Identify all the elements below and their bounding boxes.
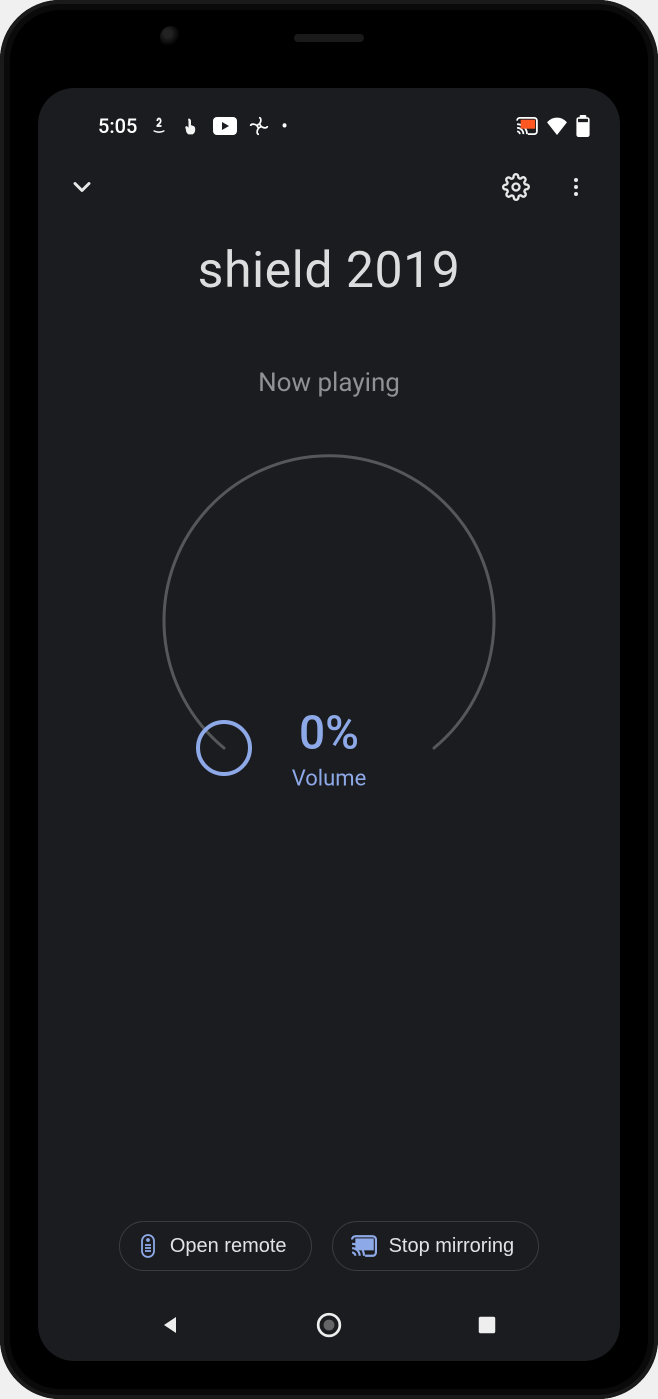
gear-icon	[502, 173, 530, 201]
stop-mirroring-label: Stop mirroring	[389, 1235, 515, 1258]
nav-bar	[38, 1289, 620, 1361]
back-triangle-icon	[159, 1313, 183, 1337]
status-time: 5:05	[98, 114, 137, 138]
collapse-button[interactable]	[58, 163, 106, 211]
camera-hardware	[160, 26, 182, 48]
more-button[interactable]	[552, 163, 600, 211]
open-remote-label: Open remote	[170, 1235, 287, 1258]
status-bar: 5:05 •	[38, 88, 620, 152]
stop-mirroring-button[interactable]: Stop mirroring	[332, 1221, 540, 1271]
home-circle-icon	[316, 1312, 342, 1338]
nav-back-button[interactable]	[146, 1300, 196, 1350]
remote-icon	[138, 1234, 158, 1258]
chevron-down-icon	[68, 173, 96, 201]
battery-icon	[576, 115, 590, 137]
cast-icon	[351, 1235, 377, 1257]
fan-notification-icon	[249, 116, 269, 136]
volume-percent: 0%	[292, 707, 367, 761]
phone-frame: 5:05 •	[0, 0, 658, 1399]
main-content: shield 2019 Now playing 0% Volume	[38, 222, 620, 1361]
recent-square-icon	[476, 1314, 498, 1336]
open-remote-button[interactable]: Open remote	[119, 1221, 312, 1271]
more-vertical-icon	[564, 175, 588, 199]
volume-label: Volume	[292, 767, 367, 792]
touch-notification-icon	[181, 116, 201, 136]
volume-dial[interactable]: 0% Volume	[149, 438, 509, 838]
app-bar	[38, 152, 620, 222]
playback-status: Now playing	[258, 368, 400, 398]
wifi-icon	[546, 117, 568, 135]
amazon-notification-icon	[149, 116, 169, 136]
settings-button[interactable]	[492, 163, 540, 211]
nav-home-button[interactable]	[304, 1300, 354, 1350]
device-name: shield 2019	[198, 242, 461, 300]
speaker-hardware	[294, 34, 364, 42]
bottom-actions: Open remote Stop mirroring	[38, 1221, 620, 1271]
youtube-notification-icon	[213, 117, 237, 135]
cast-active-icon	[516, 117, 538, 135]
screen: 5:05 •	[38, 88, 620, 1361]
status-more-dot: •	[281, 116, 287, 137]
nav-recent-button[interactable]	[462, 1300, 512, 1350]
